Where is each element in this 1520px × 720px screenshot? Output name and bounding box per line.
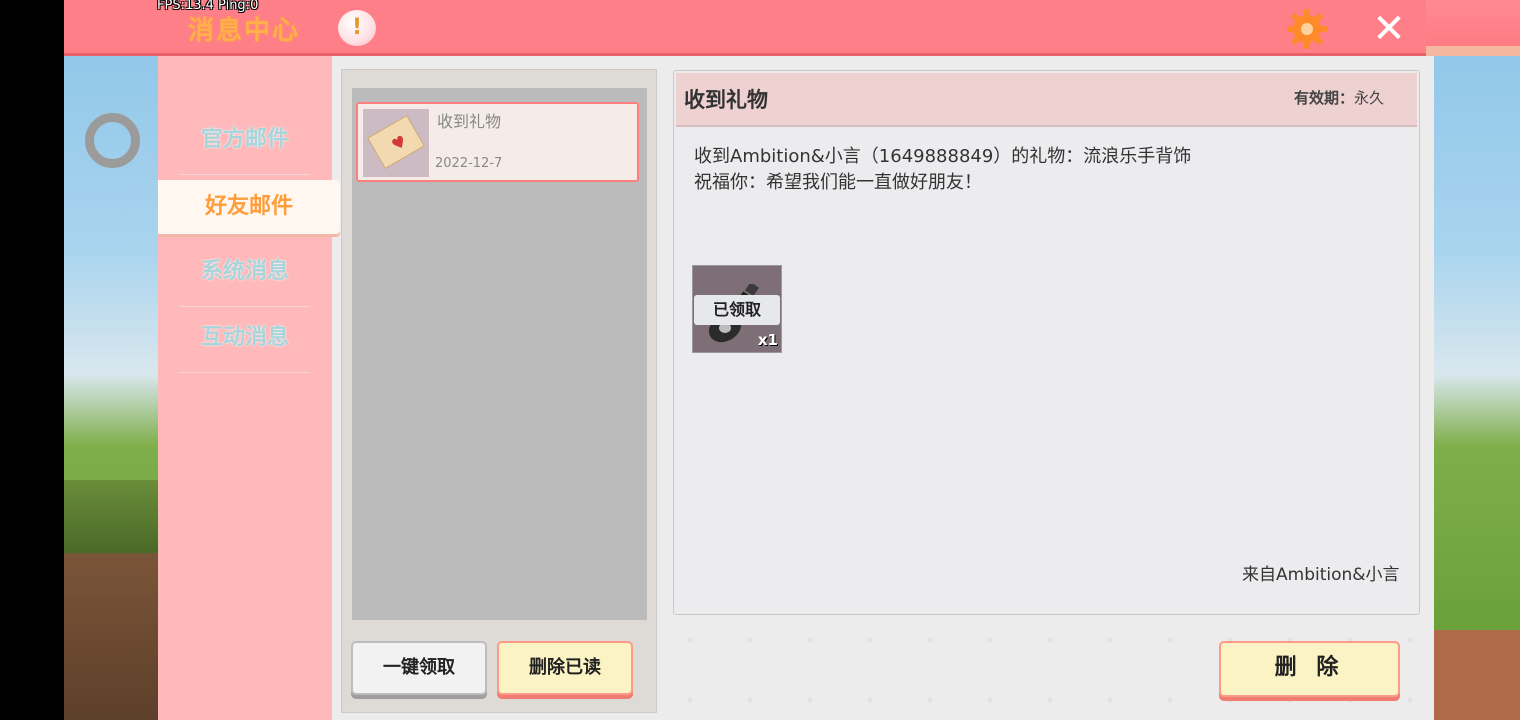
close-icon[interactable]: ✕ <box>1369 9 1409 50</box>
fps-readout: FPS:13.4 Ping:0 <box>157 0 259 13</box>
sidebar-item-interaction-messages[interactable]: 互动消息 <box>158 311 332 373</box>
mail-thumbnail: ♥ <box>363 109 429 177</box>
delete-button[interactable]: 删 除 <box>1219 641 1400 697</box>
validity-text: 有效期：永久 <box>1294 87 1384 108</box>
sidebar-item-label: 好友邮件 <box>204 194 293 219</box>
sender-text: 来自Ambition&小言 <box>1242 565 1400 585</box>
sidebar-item-friend-mail[interactable]: 好友邮件 <box>158 180 340 234</box>
page-title: 消息中心 <box>188 16 301 46</box>
game-joystick-ring <box>85 113 140 168</box>
mail-date: 2022-12-7 <box>435 156 503 171</box>
detail-title: 收到礼物 <box>684 88 768 112</box>
sidebar-item-system-messages[interactable]: 系统消息 <box>158 245 332 307</box>
alert-icon[interactable]: ! <box>338 10 376 46</box>
envelope-icon: ♥ <box>367 114 425 170</box>
sidebar-item-label: 互动消息 <box>200 325 289 350</box>
sidebar: 官方邮件 好友邮件 系统消息 互动消息 <box>158 56 340 720</box>
claim-all-button[interactable]: 一键领取 <box>351 641 487 695</box>
sidebar-item-label: 系统消息 <box>200 259 289 284</box>
delete-read-button[interactable]: 删除已读 <box>497 641 633 695</box>
mail-body-line: 收到Ambition&小言（1649888849）的礼物：流浪乐手背饰 <box>694 146 1192 167</box>
attachment-quantity: x1 <box>757 331 778 349</box>
validity-value: 永久 <box>1354 89 1385 107</box>
mail-body-line: 祝福你：希望我们能一直做好朋友！ <box>694 172 982 193</box>
sidebar-item-official-mail[interactable]: 官方邮件 <box>158 113 332 175</box>
gear-icon[interactable] <box>1286 8 1328 50</box>
validity-label: 有效期： <box>1294 89 1355 107</box>
attachment-slot[interactable]: 已领取 x1 <box>692 265 782 353</box>
sidebar-item-label: 官方邮件 <box>200 127 289 152</box>
mail-title: 收到礼物 <box>437 112 502 131</box>
terrain-block <box>1430 630 1520 720</box>
list-item[interactable]: ♥ 收到礼物 2022-12-7 <box>356 102 639 182</box>
claimed-badge: 已领取 <box>694 295 780 325</box>
